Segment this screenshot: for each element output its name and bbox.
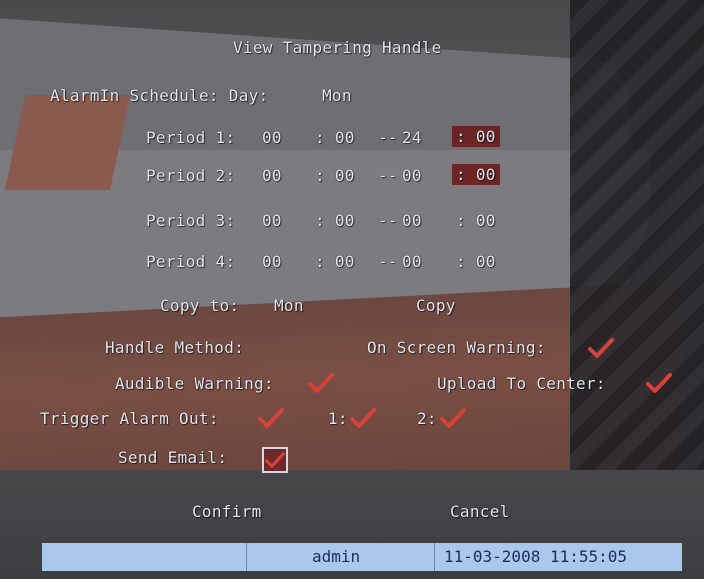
period-start-hour[interactable]: 00 [262, 211, 282, 230]
checkmark-icon [308, 373, 334, 393]
period-separator: -- [378, 252, 398, 271]
schedule-label: AlarmIn Schedule: Day: [50, 86, 269, 105]
copy-button[interactable]: Copy [416, 296, 456, 315]
day-select[interactable]: Mon [322, 86, 352, 105]
period-start-hour[interactable]: 00 [262, 166, 282, 185]
alarm-out-1-checkbox[interactable] [350, 407, 376, 429]
period-separator: -- [378, 166, 398, 185]
status-user: admin [312, 547, 361, 566]
cancel-button[interactable]: Cancel [450, 502, 510, 521]
period-separator: -- [378, 128, 398, 147]
upload-to-center-checkbox[interactable] [646, 372, 672, 394]
send-email-checkbox[interactable] [262, 447, 288, 473]
alarm-out-2-checkbox[interactable] [440, 407, 466, 429]
checkmark-icon [350, 408, 376, 428]
period-end-hour[interactable]: 00 [402, 252, 422, 271]
period-start-minute[interactable]: : 00 [315, 252, 355, 271]
period-end-minute[interactable]: : 00 [456, 252, 496, 271]
status-bar: admin 11-03-2008 11:55:05 [42, 543, 682, 571]
period-end-hour[interactable]: 24 [402, 128, 422, 147]
period-end-minute[interactable]: : 00 [452, 126, 500, 147]
checkmark-icon [440, 408, 466, 428]
period-start-hour[interactable]: 00 [262, 128, 282, 147]
status-divider [246, 543, 247, 571]
period-separator: -- [378, 211, 398, 230]
alarm-out-2-label: 2: [417, 409, 437, 428]
period-start-minute[interactable]: : 00 [315, 128, 355, 147]
upload-to-center-label: Upload To Center: [437, 374, 606, 393]
status-datetime: 11-03-2008 11:55:05 [444, 547, 628, 566]
checkmark-icon [258, 408, 284, 428]
confirm-button[interactable]: Confirm [192, 502, 262, 521]
period-label: Period 3: [146, 211, 236, 230]
period-end-hour[interactable]: 00 [402, 166, 422, 185]
audible-warning-label: Audible Warning: [115, 374, 274, 393]
on-screen-warning-checkbox[interactable] [588, 337, 614, 359]
audible-warning-checkbox[interactable] [308, 372, 334, 394]
period-label: Period 2: [146, 166, 236, 185]
checkmark-icon [588, 338, 614, 358]
page-title: View Tampering Handle [233, 38, 442, 57]
copy-to-label: Copy to: [160, 296, 240, 315]
period-end-minute[interactable]: : 00 [452, 164, 500, 185]
checkmark-icon [646, 373, 672, 393]
period-start-minute[interactable]: : 00 [315, 166, 355, 185]
copy-to-select[interactable]: Mon [274, 296, 304, 315]
handle-method-label: Handle Method: [105, 338, 245, 357]
period-label: Period 1: [146, 128, 236, 147]
period-end-minute[interactable]: : 00 [456, 211, 496, 230]
period-start-minute[interactable]: : 00 [315, 211, 355, 230]
alarm-out-1-label: 1: [328, 409, 348, 428]
period-start-hour[interactable]: 00 [262, 252, 282, 271]
checkmark-icon [265, 452, 285, 468]
status-divider [434, 543, 435, 571]
period-end-hour[interactable]: 00 [402, 211, 422, 230]
send-email-label: Send Email: [118, 448, 228, 467]
trigger-alarm-out-label: Trigger Alarm Out: [40, 409, 219, 428]
trigger-alarm-out-checkbox[interactable] [258, 407, 284, 429]
on-screen-warning-label: On Screen Warning: [367, 338, 546, 357]
period-label: Period 4: [146, 252, 236, 271]
